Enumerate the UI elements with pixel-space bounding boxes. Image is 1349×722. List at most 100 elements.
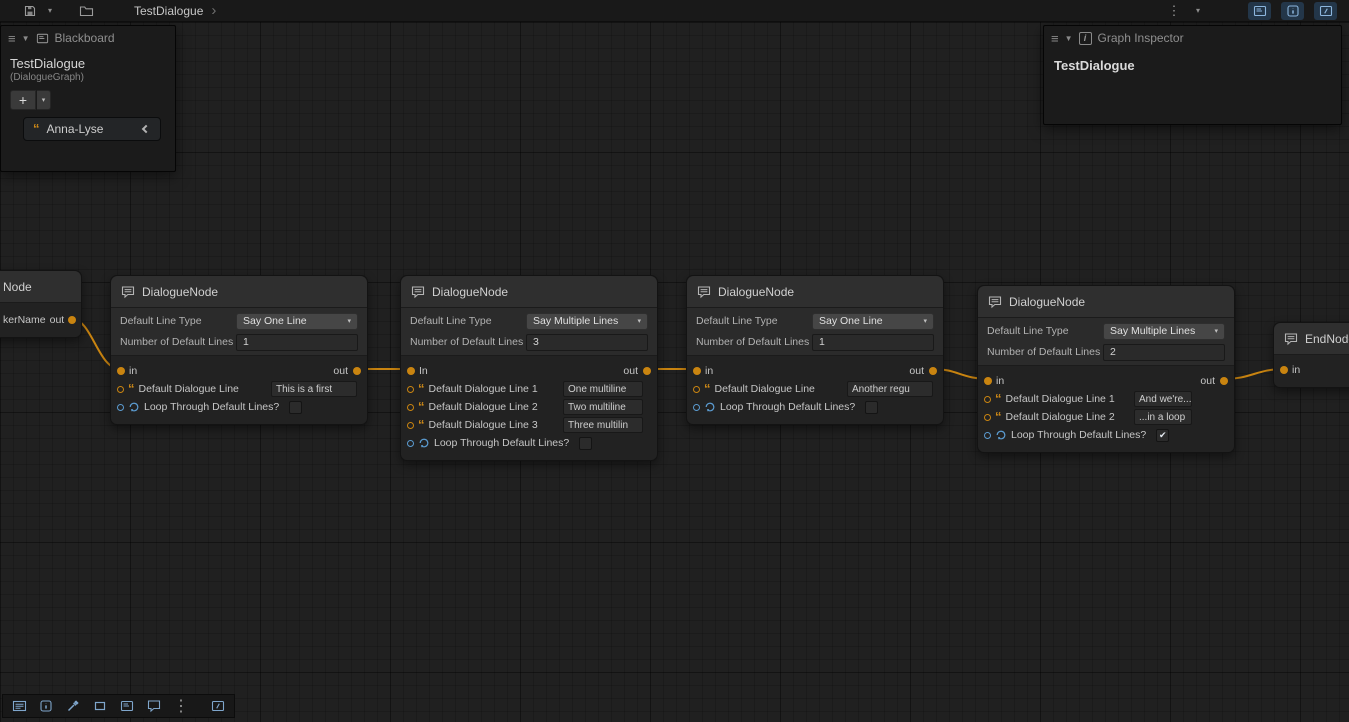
add-property-button[interactable]: + [10,90,36,110]
save-button[interactable] [20,1,40,21]
num-lines-field[interactable]: 3 [526,334,648,351]
blackboard-field-speaker[interactable]: “ Anna-Lyse [23,117,161,141]
string-port[interactable] [407,422,414,429]
dialogue-line-field[interactable]: And we're... [1134,391,1192,407]
collapse-arrow-icon[interactable]: ▼ [1065,34,1073,43]
dialogue-node-1[interactable]: DialogueNode Default Line Type Say One L… [110,275,368,425]
end-node[interactable]: EndNode in [1273,322,1349,388]
loop-checkbox[interactable] [289,401,302,414]
top-toolbar: ▾ TestDialogue › ⋮ ▾ [0,0,1349,22]
dialogue-node-2[interactable]: DialogueNode Default Line Type Say Multi… [400,275,658,461]
node-title-bar[interactable]: Node [0,271,81,303]
blackboard-graph-name[interactable]: TestDialogue [1,50,175,71]
output-port[interactable] [1220,377,1228,385]
save-icon [23,4,37,18]
kebab-icon: ⋮ [173,696,189,716]
dialogue-line-label: Default Dialogue Line 2 [429,401,538,413]
loop-checkbox[interactable] [579,437,592,450]
bool-port[interactable] [407,440,414,447]
more-options-button[interactable]: ⋮ [170,696,192,716]
dialogue-line-label: Default Dialogue Line [139,383,239,395]
line-type-value: Say Multiple Lines [1110,325,1195,337]
add-property-dropdown-button[interactable]: ▾ [37,90,51,110]
string-port[interactable] [984,414,991,421]
breadcrumb-label: TestDialogue [134,4,203,18]
output-port[interactable] [353,367,361,375]
frame-icon [93,699,107,713]
line-type-dropdown[interactable]: Say One Line ▾ [236,313,358,330]
console-button[interactable] [8,696,30,716]
input-port[interactable] [984,377,992,385]
string-port[interactable] [984,396,991,403]
blackboard-icon [120,699,134,713]
dropdown-arrow-icon: ▾ [347,317,351,325]
input-port[interactable] [117,367,125,375]
out-port-label: out [623,365,638,377]
toggle-graph-inspector-button[interactable] [1281,2,1304,20]
blackboard-button[interactable] [116,696,138,716]
toolbar-more-options-button[interactable]: ⋮ [1164,1,1184,21]
speaker-node[interactable]: Node kerName out [0,270,82,338]
expand-chevron-icon[interactable] [142,125,150,133]
dialogue-node-icon [988,295,1002,309]
line-type-dropdown[interactable]: Say Multiple Lines ▾ [1103,323,1225,340]
inspector-button[interactable] [35,696,57,716]
string-port[interactable] [407,386,414,393]
node-title-bar[interactable]: DialogueNode [978,286,1234,318]
toggle-blackboard-button[interactable] [1248,2,1271,20]
open-folder-button[interactable] [76,1,96,21]
loop-checkbox[interactable] [865,401,878,414]
breadcrumb[interactable]: TestDialogue › [134,3,216,18]
node-title-bar[interactable]: DialogueNode [687,276,943,308]
dialogue-line-value: Another regu [852,384,910,395]
tools-button[interactable] [62,696,84,716]
dialogue-line-field[interactable]: This is a first [271,381,357,397]
line-type-value: Say One Line [819,315,883,327]
node-title-bar[interactable]: EndNode [1274,323,1349,355]
port-label: kerName [3,314,46,326]
in-port-label: in [1292,364,1300,376]
num-lines-field[interactable]: 1 [236,334,358,351]
string-port[interactable] [117,386,124,393]
dialogue-preview-button[interactable] [143,696,165,716]
dialogue-line-field[interactable]: Another regu [847,381,933,397]
dialogue-node-4[interactable]: DialogueNode Default Line Type Say Multi… [977,285,1235,453]
num-lines-field[interactable]: 2 [1103,344,1225,361]
dialogue-line-field[interactable]: Three multilin [563,417,643,433]
output-port[interactable] [929,367,937,375]
num-lines-field[interactable]: 1 [812,334,934,351]
toggle-preview-button[interactable] [1314,2,1337,20]
output-port[interactable] [68,316,76,324]
string-port[interactable] [693,386,700,393]
dialogue-line-field[interactable]: One multiline [563,381,643,397]
folder-icon [79,4,94,18]
dialogue-line-field[interactable]: Two multiline [563,399,643,415]
node-title-bar[interactable]: DialogueNode [111,276,367,308]
bool-port[interactable] [984,432,991,439]
out-port-label: out [909,365,924,377]
blackboard-header[interactable]: ≡ ▼ Blackboard [1,26,175,50]
input-port[interactable] [407,367,415,375]
string-port[interactable] [407,404,414,411]
loop-checkbox-checked[interactable]: ✔ [1156,429,1169,442]
save-dropdown-button[interactable]: ▾ [40,1,60,21]
input-port[interactable] [693,367,701,375]
console-icon [12,699,27,713]
line-type-dropdown[interactable]: Say Multiple Lines ▾ [526,313,648,330]
graph-inspector-header[interactable]: ≡ ▼ i Graph Inspector [1044,26,1341,50]
node-title-bar[interactable]: DialogueNode [401,276,657,308]
line-type-dropdown[interactable]: Say One Line ▾ [812,313,934,330]
code-preview-button[interactable] [207,696,229,716]
dialogue-line-field[interactable]: ...in a loop [1134,409,1192,425]
num-lines-label: Number of Default Lines [120,336,236,348]
blackboard-icon [36,32,49,45]
toolbar-more-dropdown-button[interactable]: ▾ [1188,1,1208,21]
frame-button[interactable] [89,696,111,716]
bool-port[interactable] [117,404,124,411]
bool-port[interactable] [693,404,700,411]
output-port[interactable] [643,367,651,375]
dialogue-node-3[interactable]: DialogueNode Default Line Type Say One L… [686,275,944,425]
collapse-arrow-icon[interactable]: ▼ [22,34,30,43]
input-port[interactable] [1280,366,1288,374]
num-lines-value: 1 [819,336,825,348]
